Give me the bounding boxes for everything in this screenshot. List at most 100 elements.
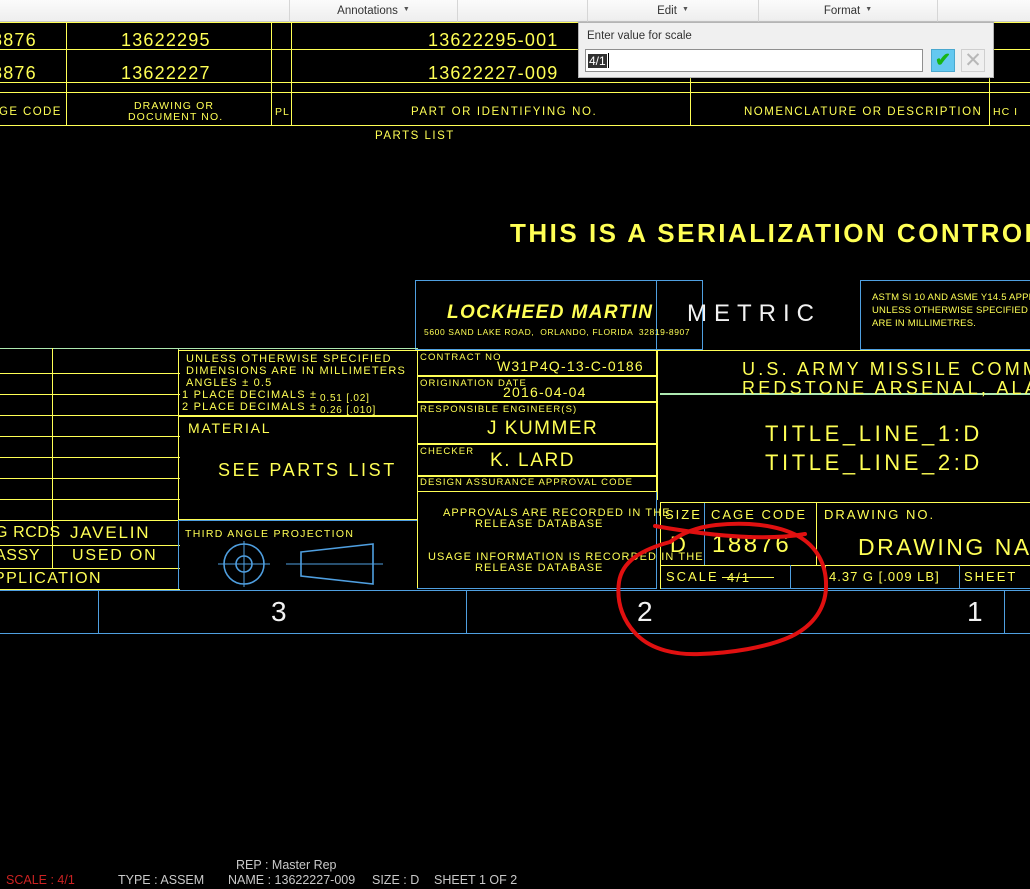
agency-frame-top <box>656 350 1030 351</box>
drawing-canvas[interactable]: 8876 13622295 13622295-001 8876 13622227… <box>0 22 1030 856</box>
check-icon: ✔ <box>935 50 951 71</box>
projection-label: THIRD ANGLE PROJECTION <box>185 528 355 540</box>
contract-value: W31P4Q-13-C-0186 <box>497 358 644 374</box>
size-value: D <box>670 532 686 557</box>
menu-format[interactable]: Format ▼ <box>759 0 938 22</box>
dialog-prompt: Enter value for scale <box>587 30 692 42</box>
application-grid-rule <box>0 545 180 546</box>
table-cell-doc: 13622227 <box>121 63 211 83</box>
status-size-label: SIZE : <box>372 873 407 887</box>
menu-spacer-left <box>0 0 290 22</box>
cage-code-value: 18876 <box>712 531 792 558</box>
status-sheet-value: 1 <box>478 873 486 887</box>
column-header-cage-code: GE CODE <box>0 106 62 118</box>
application-grid-divider <box>52 545 53 568</box>
menu-spacer-mid <box>458 0 588 22</box>
checker-label: CHECKER <box>420 446 475 457</box>
parts-list-title: PARTS LIST <box>375 130 455 142</box>
chevron-down-icon: ▼ <box>681 6 689 13</box>
application-grid-rule <box>0 499 180 500</box>
application-grid-rule <box>0 415 180 416</box>
astm-note-line-3: ARE IN MILLIMETRES. <box>872 318 977 329</box>
zone-number-2: 2 <box>637 596 653 627</box>
chevron-down-icon: ▼ <box>402 6 410 13</box>
design-assurance-label: DESIGN ASSURANCE APPROVAL CODE <box>420 477 634 488</box>
drawing-no-label: DRAWING NO. <box>824 507 936 522</box>
zone-strip-top <box>0 590 1030 591</box>
tolerance-decimal-1-label: 1 PLACE DECIMALS ± <box>182 389 318 401</box>
application-grid-divider <box>52 348 53 545</box>
menu-edit[interactable]: Edit ▼ <box>588 0 759 22</box>
status-name: NAME : 13622227-009 <box>228 873 355 887</box>
confirm-button[interactable]: ✔ <box>931 49 955 72</box>
status-rep-label: REP : <box>236 858 269 872</box>
status-type-value: ASSEM <box>160 873 205 887</box>
weight-value: 4.37 G [.009 LB] <box>829 569 940 584</box>
application-window: Annotations ▼ Edit ▼ Format ▼ 8876 13622… <box>0 0 1030 889</box>
approvals-frame-bottom <box>417 588 657 589</box>
status-size-value: D <box>410 873 420 887</box>
column-header-nomenclature: NOMENCLATURE OR DESCRIPTION <box>744 106 983 118</box>
menu-edit-label: Edit <box>657 4 677 17</box>
size-label: SIZE <box>665 507 702 522</box>
company-name: LOCKHEED MARTIN <box>447 302 654 323</box>
tolerance-decimal-1-value: 0.51 [.02] <box>320 393 370 404</box>
parts-list-rule <box>0 125 1030 126</box>
projection-frame-top <box>178 520 418 521</box>
column-header-pl: PL <box>275 106 290 118</box>
third-angle-projection-icon <box>218 541 383 587</box>
scale-input[interactable]: 4/1 <box>585 49 923 72</box>
table-cell-part: 13622227-009 <box>428 63 559 83</box>
scale-strikethrough <box>722 577 774 578</box>
scale-value-dialog[interactable]: Enter value for scale 4/1 ✔ ✕ <box>578 22 994 78</box>
tolerance-line-2: DIMENSIONS ARE IN MILLIMETERS <box>186 365 407 377</box>
text-caret <box>607 53 609 68</box>
menu-annotations-label: Annotations <box>337 4 398 17</box>
application-grid-rule <box>0 568 180 569</box>
contract-label: CONTRACT NO <box>420 352 502 363</box>
material-value: SEE PARTS LIST <box>218 460 397 480</box>
application-grid-rule <box>0 478 180 479</box>
tolerance-line-3: ANGLES ± 0.5 <box>186 377 273 389</box>
scale-divider <box>790 565 791 589</box>
projection-frame-left <box>178 520 179 589</box>
column-header-drawing-no-l2: DOCUMENT NO. <box>128 111 224 123</box>
zone-strip-bottom <box>0 633 1030 634</box>
application-grid-rule <box>0 436 180 437</box>
agency-line-1: U.S. ARMY MISSILE COMMAND <box>742 359 1030 379</box>
size-cage-divider <box>704 503 705 565</box>
status-type: TYPE : ASSEM <box>118 873 204 887</box>
approvals-frame-left <box>417 492 418 589</box>
title-line-1: TITLE_LINE_1:D <box>765 421 983 446</box>
status-of-value: 2 <box>510 873 518 887</box>
status-scale-label: SCALE : <box>6 873 54 887</box>
status-rep: REP : Master Rep <box>236 858 337 872</box>
cancel-button[interactable]: ✕ <box>961 49 985 72</box>
status-sheet-label: SHEET <box>434 873 476 887</box>
status-of-label: OF <box>489 873 507 887</box>
tolerance-line-1: UNLESS OTHERWISE SPECIFIED <box>186 353 392 365</box>
responsible-engineer-value: J KUMMER <box>487 418 599 439</box>
sheet-divider <box>959 565 960 589</box>
column-header-part-no: PART OR IDENTIFYING NO. <box>411 106 598 118</box>
application-label: PPLICATION <box>0 570 102 587</box>
astm-note-line-2: UNLESS OTHERWISE SPECIFIED DIM <box>872 305 1028 316</box>
agency-line-2: REDSTONE ARSENAL, ALABAMA <box>742 378 1030 398</box>
cage-code-label: CAGE CODE <box>711 507 808 522</box>
scale-value-wrap: 4/1 <box>722 569 774 587</box>
eng-rcds-label: G RCDS <box>0 524 61 541</box>
zone-divider <box>98 590 99 633</box>
checker-value: K. LARD <box>490 450 576 471</box>
status-scale: SCALE : 4/1 <box>6 873 75 887</box>
menu-annotations[interactable]: Annotations ▼ <box>290 0 458 22</box>
status-name-value: 13622227-009 <box>274 873 356 887</box>
application-grid-rule <box>0 457 180 458</box>
parts-list-divider <box>66 22 67 126</box>
status-size: SIZE : D <box>372 873 419 887</box>
tolerance-decimal-2-label: 2 PLACE DECIMALS ± <box>182 401 318 413</box>
zone-divider <box>1004 590 1005 633</box>
sheet-label: SHEET <box>964 569 1018 584</box>
menu-spacer-right <box>938 0 1030 22</box>
menu-bar: Annotations ▼ Edit ▼ Format ▼ <box>0 0 1030 22</box>
next-assy-label: ASSY <box>0 547 41 564</box>
